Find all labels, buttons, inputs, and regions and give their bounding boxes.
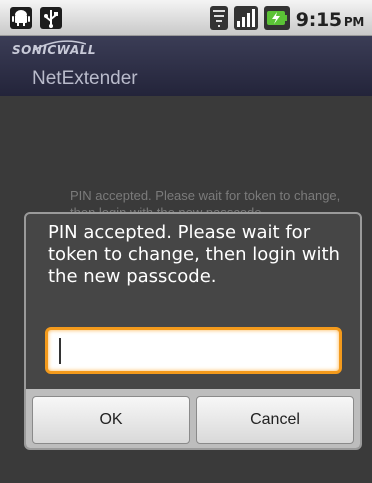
passcode-input[interactable] [45,327,342,374]
wifi-icon [209,6,228,34]
usb-icon [40,7,62,29]
battery-charging-icon [263,6,290,34]
pin-dialog: PIN accepted. Please wait for token to c… [24,212,362,450]
status-bar: 9:15 PM [0,0,372,36]
app-title: NetExtender [32,68,138,89]
ok-button[interactable]: OK [32,396,190,444]
brand-swoosh-icon [34,40,86,51]
android-icon [10,7,32,29]
cancel-button[interactable]: Cancel [196,396,354,444]
dialog-message: PIN accepted. Please wait for token to c… [48,222,340,287]
status-clock: 9:15 PM [295,9,365,31]
signal-icon [233,6,258,34]
text-cursor [59,338,61,364]
app-header: SONICWALL NetExtender [0,36,372,96]
dialog-button-bar: OK Cancel [26,389,360,448]
